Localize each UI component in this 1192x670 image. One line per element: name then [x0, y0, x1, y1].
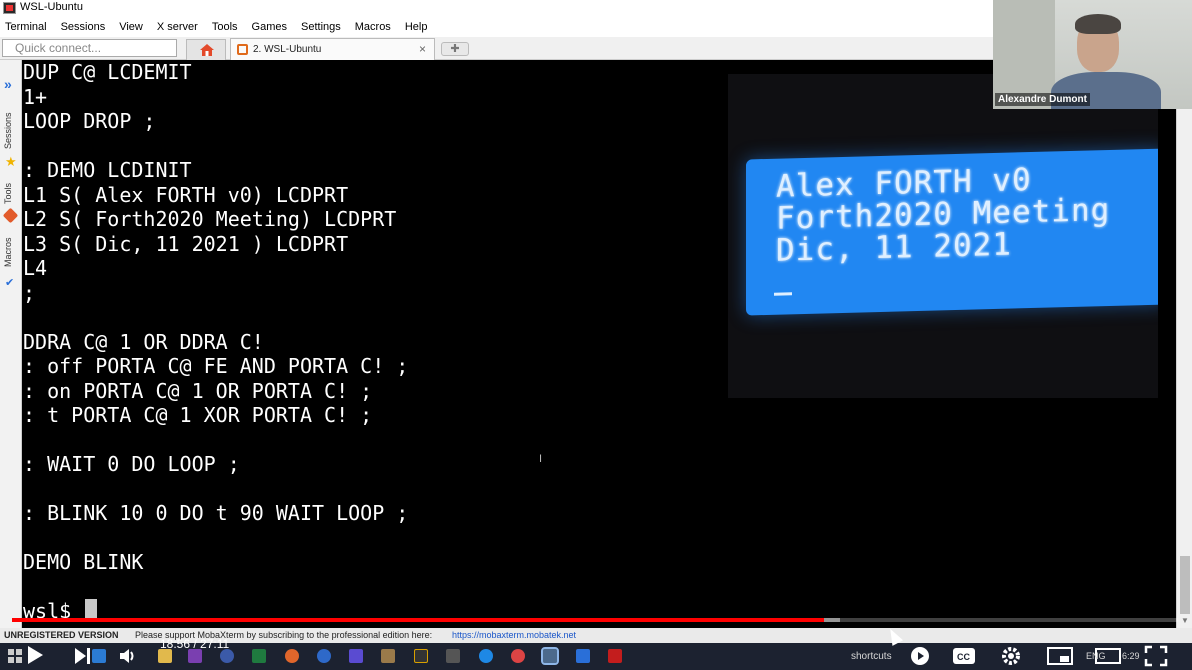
- home-tab[interactable]: [186, 39, 226, 60]
- menu-help[interactable]: Help: [405, 21, 428, 33]
- taskbar-app-icon-5[interactable]: [381, 649, 395, 663]
- terminal-line: 1+: [23, 84, 48, 109]
- shortcuts-label: shortcuts: [851, 651, 892, 662]
- video-time-display: 18:56 / 27:11: [160, 637, 230, 651]
- video-progress-bar[interactable]: [12, 618, 1178, 622]
- tab-wsl-ubuntu[interactable]: 2. WSL-Ubuntu ×: [230, 38, 435, 60]
- plus-icon: ✚: [450, 43, 460, 55]
- play-button[interactable]: [24, 643, 46, 670]
- session-icon: [237, 44, 248, 55]
- mobaxterm-link[interactable]: https://mobaxterm.mobatek.net: [452, 628, 576, 643]
- lcd-display: Alex FORTH v0 Forth2020 Meeting Dic, 11 …: [746, 148, 1158, 316]
- terminal-line: ;: [23, 280, 36, 305]
- taskbar-excel-icon[interactable]: [252, 649, 266, 663]
- webcam-feed: Alexandre Dumont: [993, 0, 1192, 109]
- terminal-scrollbar[interactable]: ▲ ▼: [1176, 60, 1192, 628]
- unregistered-label: UNREGISTERED VERSION: [4, 630, 119, 640]
- autoplay-toggle[interactable]: [908, 644, 932, 670]
- svg-text:CC: CC: [957, 652, 970, 662]
- menu-games[interactable]: Games: [252, 21, 287, 33]
- tools-icon: [2, 207, 19, 224]
- i-beam-cursor-icon: I: [539, 453, 543, 465]
- taskbar-mobaxterm-icon[interactable]: [541, 647, 559, 665]
- terminal-line: L1 S( Alex FORTH v0) LCDPRT: [23, 182, 349, 207]
- terminal-line: : BLINK 10 0 DO t 90 WAIT LOOP ;: [23, 501, 409, 525]
- tab-label: 2. WSL-Ubuntu: [253, 44, 322, 55]
- mobaxterm-app-icon: [3, 2, 16, 14]
- taskbar-onenote-icon[interactable]: [188, 649, 202, 663]
- sidebar-tab-sessions[interactable]: Sessions: [3, 108, 19, 154]
- taskbar-app-icon-6[interactable]: [446, 649, 460, 663]
- menu-settings[interactable]: Settings: [301, 21, 341, 33]
- side-panel: » Sessions ★ Tools Macros ✔: [0, 60, 22, 628]
- scroll-down-icon[interactable]: ▼: [1181, 616, 1189, 625]
- lcd-cursor: [774, 292, 792, 296]
- terminal-line: L4: [23, 256, 48, 280]
- progress-played: [12, 618, 824, 622]
- terminal-line: L3 S( Dic, 11 2021 ) LCDPRT: [23, 231, 349, 256]
- miniplayer-button[interactable]: [1047, 647, 1073, 670]
- menu-x-server[interactable]: X server: [157, 21, 198, 33]
- taskbar-acrobat-icon[interactable]: [608, 649, 622, 663]
- terminal-line: : DEMO LCDINIT: [23, 158, 192, 182]
- home-icon: [200, 44, 214, 56]
- terminal-line: DEMO BLINK: [23, 550, 144, 574]
- new-tab-button[interactable]: ✚: [441, 42, 469, 56]
- menu-tools[interactable]: Tools: [212, 21, 238, 33]
- volume-icon[interactable]: [118, 646, 138, 670]
- taskbar-app-icon-7[interactable]: [576, 649, 590, 663]
- taskbar-clock: 6:29: [1122, 651, 1140, 661]
- scroll-thumb[interactable]: [1180, 556, 1190, 614]
- terminal-line: L2 S( Forth2020 Meeting) LCDPRT: [23, 207, 397, 231]
- windows-start-icon[interactable]: [8, 649, 22, 668]
- taskbar-edge-icon[interactable]: [479, 649, 493, 663]
- expand-sidebar-icon[interactable]: »: [4, 76, 12, 92]
- taskbar-app-icon-4[interactable]: [317, 649, 331, 663]
- terminal-line: DUP C@ LCDEMIT: [23, 60, 192, 84]
- sidebar-tab-tools[interactable]: Tools: [3, 178, 19, 208]
- terminal-line: : off PORTA C@ FE AND PORTA C! ;: [23, 354, 409, 378]
- sidebar-tab-macros[interactable]: Macros: [3, 232, 19, 272]
- person-hair: [1075, 14, 1121, 34]
- fullscreen-button[interactable]: [1144, 645, 1168, 670]
- taskbar-app-icon-2[interactable]: [220, 649, 234, 663]
- taskbar-app-icon-3[interactable]: [285, 649, 299, 663]
- captions-button[interactable]: CC: [952, 647, 976, 670]
- quick-connect-input[interactable]: [2, 39, 177, 57]
- settings-gear-icon[interactable]: [1000, 645, 1022, 670]
- taskbar-chrome-icon[interactable]: [511, 649, 525, 663]
- macros-icon: ✔: [5, 277, 15, 289]
- terminal-line: LOOP DROP ;: [23, 109, 156, 133]
- language-indicator: ENG: [1086, 651, 1106, 661]
- terminal-line: : t PORTA C@ 1 XOR PORTA C! ;: [23, 403, 373, 427]
- taskbar-teams-icon[interactable]: [349, 649, 363, 663]
- lcd-line-3: Dic, 11 2021: [776, 226, 1012, 269]
- taskbar-folder-icon[interactable]: [158, 649, 172, 663]
- menu-terminal[interactable]: Terminal: [5, 21, 47, 33]
- taskbar-terminal-icon[interactable]: [414, 649, 428, 663]
- terminal-line: : WAIT 0 DO LOOP ;: [23, 452, 240, 476]
- lcd-camera-view: Alex FORTH v0 Forth2020 Meeting Dic, 11 …: [728, 74, 1158, 398]
- menu-sessions[interactable]: Sessions: [61, 21, 106, 33]
- terminal-line: DDRA C@ 1 OR DDRA C!: [23, 329, 264, 354]
- window-title: WSL-Ubuntu: [20, 1, 83, 13]
- menu-macros[interactable]: Macros: [355, 21, 391, 33]
- next-video-button[interactable]: [72, 645, 94, 670]
- menu-view[interactable]: View: [119, 21, 143, 33]
- taskbar-app-icon[interactable]: [92, 649, 106, 663]
- participant-name: Alexandre Dumont: [995, 93, 1090, 106]
- tab-close-icon[interactable]: ×: [419, 42, 426, 56]
- star-icon: ★: [5, 154, 17, 169]
- terminal-line: : on PORTA C@ 1 OR PORTA C! ;: [23, 378, 373, 403]
